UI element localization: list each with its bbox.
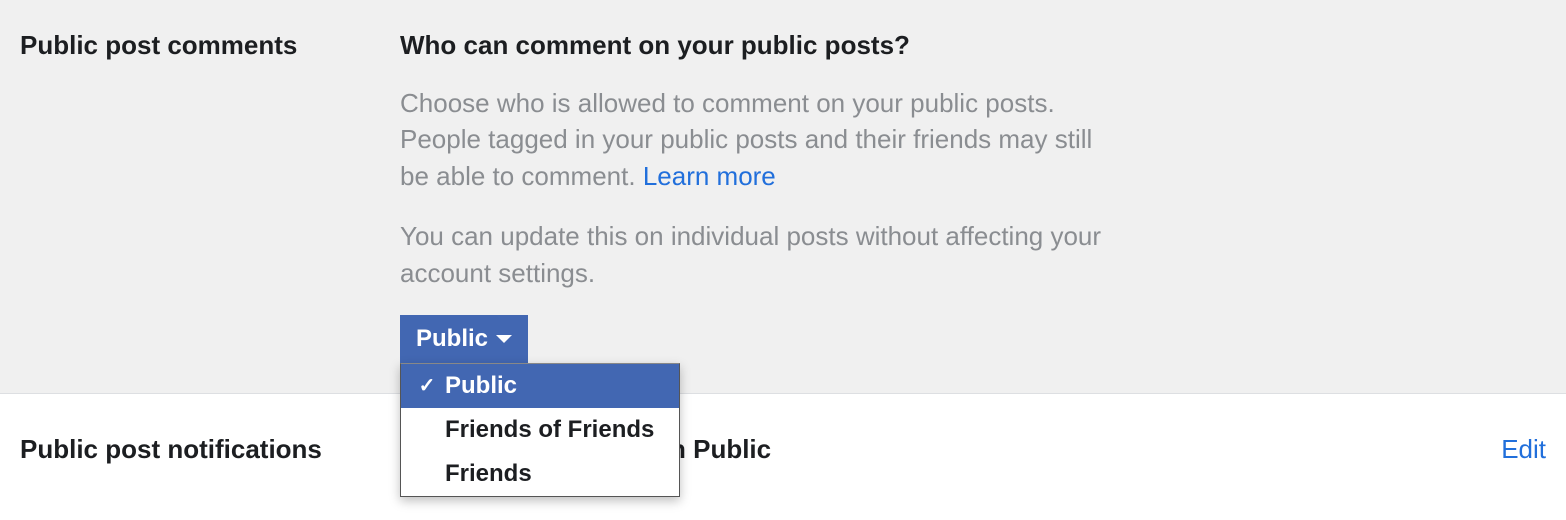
value-text: n Public bbox=[670, 434, 771, 464]
edit-link[interactable]: Edit bbox=[1501, 434, 1546, 465]
section-label: Public post notifications bbox=[20, 434, 400, 465]
option-label: Friends of Friends bbox=[445, 416, 654, 444]
audience-dropdown-menu: ✓ Public ✓ Friends of Friends ✓ Friends bbox=[400, 363, 680, 497]
section-heading: Who can comment on your public posts? bbox=[400, 30, 1546, 61]
caret-down-icon bbox=[496, 335, 512, 343]
dropdown-option-public[interactable]: ✓ Public bbox=[401, 364, 679, 408]
dropdown-selected-label: Public bbox=[416, 325, 488, 353]
section-content: Who can comment on your public posts? Ch… bbox=[400, 30, 1546, 363]
description-1: Choose who is allowed to comment on your… bbox=[400, 85, 1120, 194]
description-2: You can update this on individual posts … bbox=[400, 218, 1120, 291]
dropdown-option-friends[interactable]: ✓ Friends bbox=[401, 452, 679, 496]
section-label: Public post comments bbox=[20, 30, 400, 363]
public-post-notifications-section: Public post notifications n Public Edit bbox=[0, 394, 1566, 495]
learn-more-link[interactable]: Learn more bbox=[643, 161, 776, 191]
audience-dropdown: Public ✓ Public ✓ Friends of Friends ✓ F… bbox=[400, 315, 528, 363]
option-label: Public bbox=[445, 372, 517, 400]
check-icon: ✓ bbox=[417, 373, 437, 398]
public-post-comments-section: Public post comments Who can comment on … bbox=[0, 0, 1566, 394]
option-label: Friends bbox=[445, 460, 532, 488]
audience-dropdown-button[interactable]: Public bbox=[400, 315, 528, 363]
dropdown-option-friends-of-friends[interactable]: ✓ Friends of Friends bbox=[401, 408, 679, 452]
